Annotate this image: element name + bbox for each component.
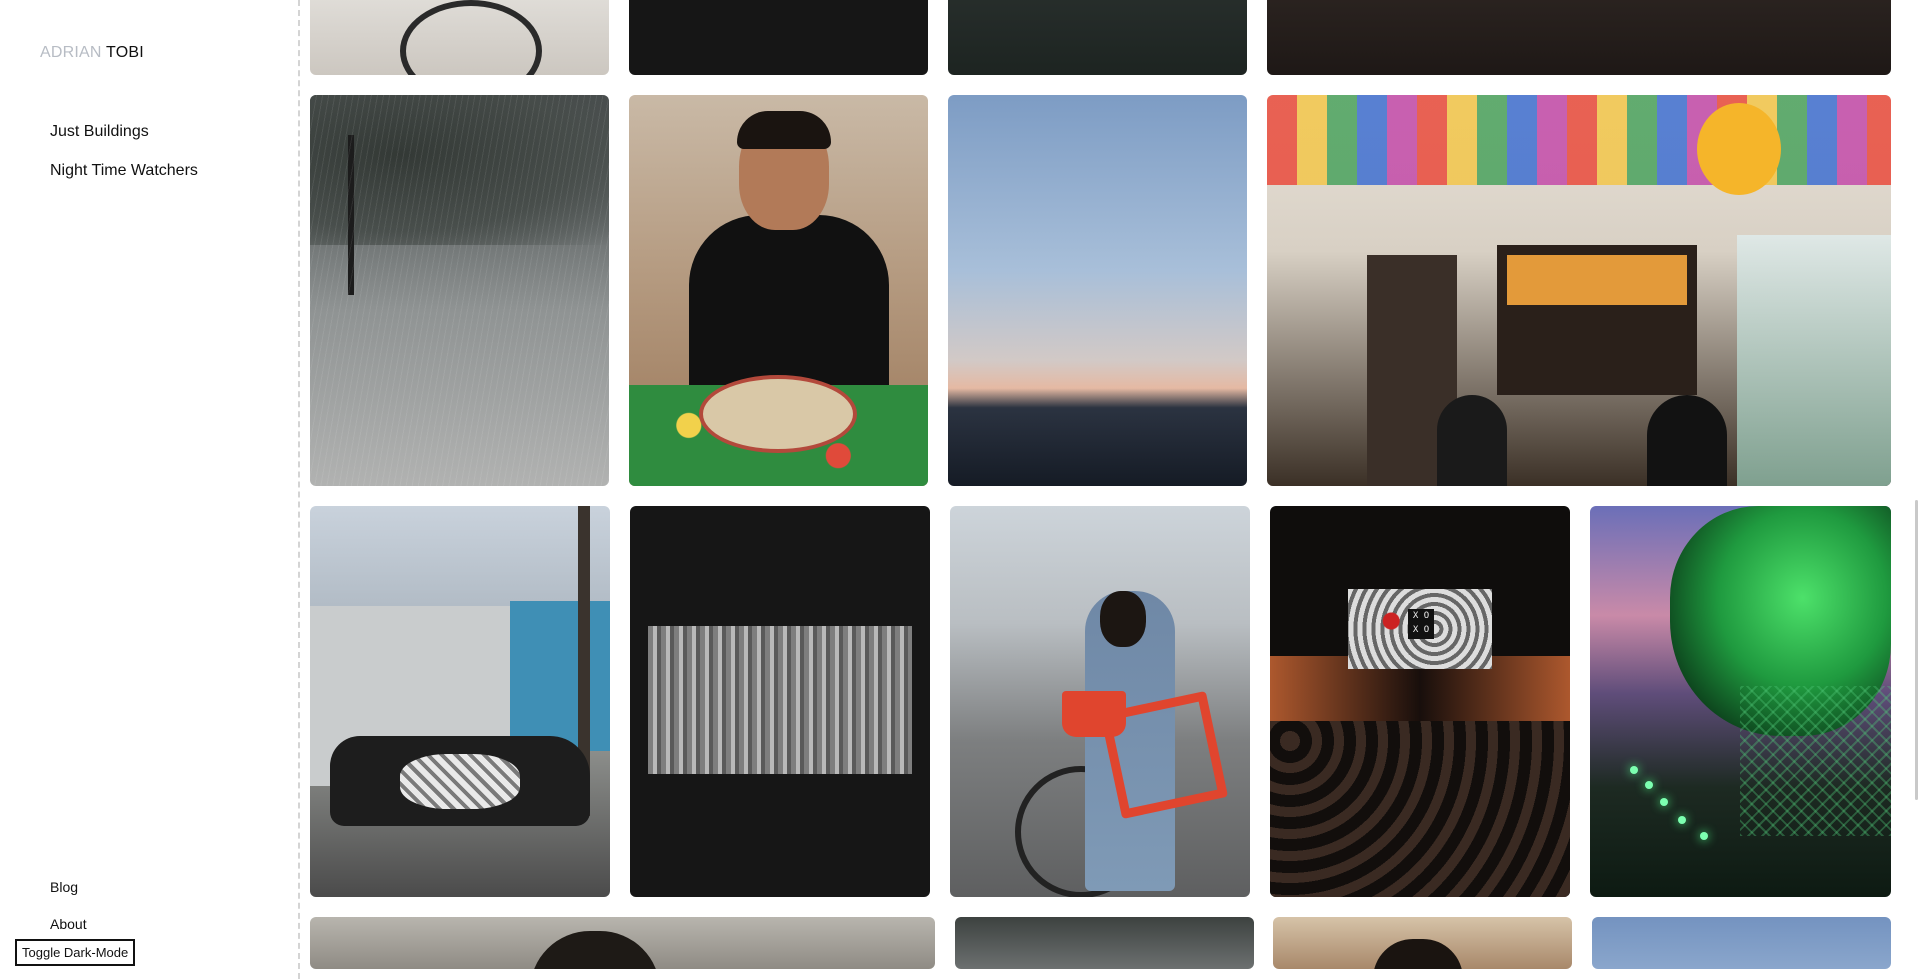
nav-item-night-time-watchers[interactable]: Night Time Watchers xyxy=(50,151,198,190)
footer-links: Blog About xyxy=(50,869,87,943)
person-shape xyxy=(1437,395,1507,486)
photo-tile[interactable] xyxy=(948,0,1247,75)
page-scrollbar[interactable] xyxy=(1913,0,1919,979)
photo-tile[interactable] xyxy=(310,0,609,75)
site-logo[interactable]: ADRIAN TOBI xyxy=(40,44,144,62)
ground-light xyxy=(1645,781,1653,789)
photo-tile-xoxo-theater[interactable]: X O X O xyxy=(1270,506,1570,897)
photo-tile-curtain[interactable] xyxy=(630,506,930,897)
fence-shape xyxy=(1740,686,1891,836)
logo-last-name: TOBI xyxy=(106,44,144,61)
photo-tile-rainy-street[interactable] xyxy=(310,95,609,486)
window-shape xyxy=(1737,235,1891,486)
ground-light xyxy=(1700,832,1708,840)
paper-fans-shape xyxy=(1267,95,1891,185)
photo-tile-green-lit-trees[interactable] xyxy=(1590,506,1891,897)
photo-gallery: X O X O xyxy=(310,0,1891,979)
photo-tile[interactable] xyxy=(1592,917,1891,969)
building-shape xyxy=(510,601,610,751)
bicycle-wheel-shape xyxy=(400,0,542,75)
person-shape xyxy=(1647,395,1727,486)
hair-shape xyxy=(1100,591,1146,647)
photo-tile-woman-with-bike[interactable] xyxy=(950,506,1250,897)
photo-tile-dusk-skyline[interactable] xyxy=(948,95,1247,486)
shelf-shape xyxy=(1507,255,1687,305)
nav-item-just-buildings[interactable]: Just Buildings xyxy=(50,112,198,151)
photo-tile-restaurant-interior[interactable] xyxy=(1267,95,1891,486)
photo-tile-smiling-man[interactable] xyxy=(629,95,928,486)
gallery-nav: Just Buildings Night Time Watchers xyxy=(50,112,198,190)
blog-link[interactable]: Blog xyxy=(50,869,87,906)
logo-first-name: ADRIAN xyxy=(40,44,102,61)
lantern-shape xyxy=(1697,103,1781,195)
hair-shape xyxy=(737,111,831,149)
scrollbar-thumb[interactable] xyxy=(1915,500,1918,800)
graffiti-shape xyxy=(400,754,520,809)
audience-shape xyxy=(1270,721,1570,897)
toggle-dark-mode-button[interactable]: Toggle Dark-Mode xyxy=(15,939,136,966)
plate-shape xyxy=(699,375,857,453)
photo-tile[interactable] xyxy=(1273,917,1572,969)
hat-shape xyxy=(530,931,660,969)
bike-basket-shape xyxy=(1062,691,1126,737)
ground-light xyxy=(1678,816,1686,824)
photo-tile[interactable] xyxy=(310,917,935,969)
rain-overlay xyxy=(310,95,609,486)
photo-tile-graffiti-van[interactable] xyxy=(310,506,610,897)
ground-light xyxy=(1630,766,1638,774)
sidebar: ADRIAN TOBI Just Buildings Night Time Wa… xyxy=(0,0,300,979)
photo-tile[interactable] xyxy=(1267,0,1891,75)
hair-shape xyxy=(1373,939,1463,969)
xoxo-sign: X O X O xyxy=(1408,609,1434,639)
about-link[interactable]: About xyxy=(50,906,87,943)
photo-tile[interactable] xyxy=(955,917,1254,969)
photo-tile[interactable] xyxy=(629,0,928,75)
ground-light xyxy=(1660,798,1668,806)
curtain-shape xyxy=(648,626,912,774)
